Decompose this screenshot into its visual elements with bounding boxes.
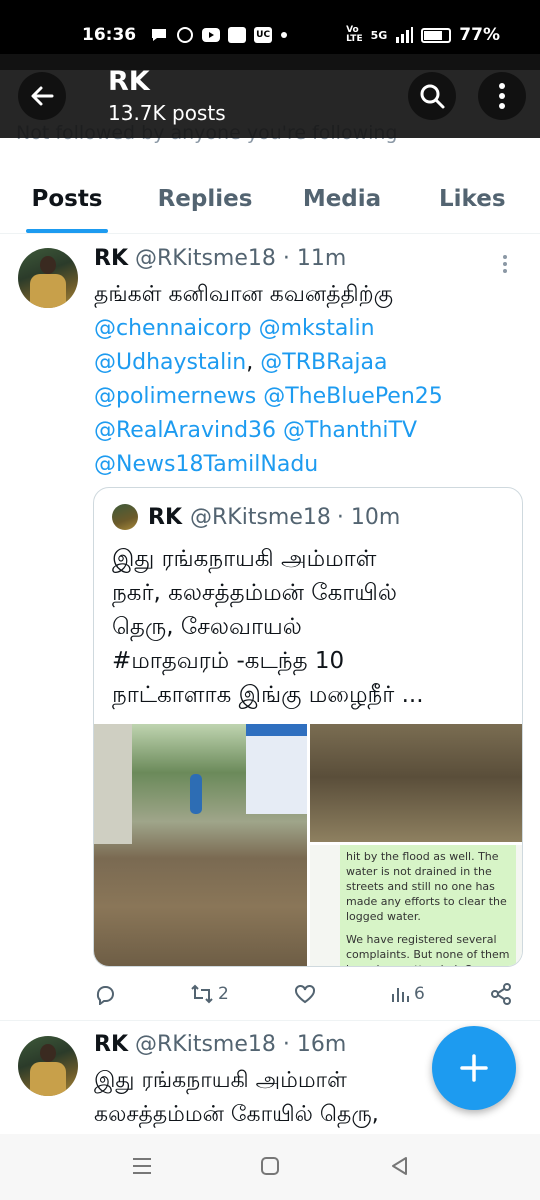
more-vertical-icon — [503, 255, 507, 273]
avatar[interactable] — [18, 1036, 78, 1096]
tab-replies[interactable]: Replies — [157, 168, 253, 233]
battery-icon — [421, 27, 452, 43]
complaint-message: hit by the flood as well. The water is n… — [340, 845, 516, 966]
like-icon — [295, 984, 315, 1004]
retweet-count: 2 — [218, 984, 229, 1004]
complaint-text: hit by the flood as well. The water is n… — [346, 850, 507, 923]
post-count: 13.7K posts — [108, 101, 226, 125]
views-icon — [392, 988, 409, 1002]
status-time: 16:36 — [82, 25, 137, 45]
complaint-text: We have registered several complaints. B… — [346, 933, 510, 966]
tweet-time: · 16m — [282, 1032, 347, 1057]
app-icon — [228, 27, 247, 43]
recent-apps-button[interactable] — [130, 1154, 158, 1182]
mention-link[interactable]: @Udhaystalin — [94, 350, 246, 375]
tweet-divider — [0, 1020, 540, 1021]
mention-link[interactable]: @TRBRajaa — [260, 350, 387, 375]
chat-icon — [152, 29, 167, 41]
search-button[interactable] — [408, 72, 456, 120]
tweet-time: · 11m — [282, 246, 347, 271]
author-handle: @RKitsme18 — [135, 1032, 276, 1057]
signal-icon — [396, 27, 414, 43]
reply-icon — [96, 986, 114, 1005]
flood-water-photo[interactable] — [310, 724, 522, 842]
views-count: 6 — [414, 984, 425, 1004]
more-options-button[interactable] — [478, 72, 526, 120]
network-type: 5G — [370, 28, 388, 42]
compose-button[interactable] — [432, 1026, 516, 1110]
views-button[interactable]: 6 — [390, 984, 425, 1004]
status-system-icons: Vo LTE 5G 77% — [346, 25, 500, 45]
quoted-author-handle: @RKitsme18 — [190, 504, 331, 530]
complaint-screenshot[interactable]: hit by the flood as well. The water is n… — [310, 845, 522, 966]
mention-link[interactable]: @ThanthiTV — [283, 418, 417, 443]
back-triangle-icon — [392, 1157, 407, 1175]
tweet-more-button[interactable] — [502, 254, 508, 274]
dot-icon — [281, 32, 288, 38]
system-nav-bar — [0, 1134, 540, 1200]
tab-media[interactable]: Media — [301, 168, 383, 233]
mention-link[interactable]: @RealAravind36 — [94, 418, 276, 443]
avatar[interactable] — [18, 248, 78, 308]
quoted-text-line: இது ரங்கநாயகி அம்மாள் — [112, 546, 377, 572]
quoted-media-grid: hit by the flood as well. The water is n… — [94, 724, 522, 966]
home-square-icon — [261, 1157, 279, 1175]
whatsapp-icon — [177, 27, 194, 43]
tweet-actions: 2 6 — [94, 978, 524, 1010]
quoted-text-line: நகர், கலசத்தம்மன் கோயில் — [112, 580, 397, 606]
quoted-tweet-text: இது ரங்கநாயகி அம்மாள் நகர், கலசத்தம்மன் … — [112, 542, 512, 712]
uc-browser-icon: UC — [254, 27, 273, 43]
mention-separator: , — [246, 350, 254, 375]
header-title: RK 13.7K posts — [108, 66, 226, 125]
share-button[interactable] — [490, 983, 512, 1005]
flooded-street-photo[interactable] — [94, 724, 307, 966]
back-arrow-icon — [31, 86, 54, 106]
menu-lines-icon — [133, 1158, 151, 1174]
quoted-tweet[interactable]: RK @RKitsme18 · 10m இது ரங்கநாயகி அம்மாள… — [93, 487, 523, 967]
tab-likes[interactable]: Likes — [439, 168, 506, 233]
profile-header: RK 13.7K posts — [0, 54, 540, 138]
author-name[interactable]: RK — [94, 246, 128, 271]
quoted-text-line: தெரு, சேலவாயல் — [112, 614, 302, 640]
quoted-tweet-time: · 10m — [336, 504, 401, 530]
tweet-text: தங்கள் கனிவான கவனத்திற்கு @chennaicorp @… — [94, 278, 524, 482]
youtube-icon — [202, 28, 221, 42]
status-notification-icons: UC — [150, 26, 288, 44]
avatar — [112, 504, 138, 530]
tweet-header: RK @RKitsme18 · 16m — [94, 1032, 346, 1057]
volte-icon: Vo LTE — [346, 25, 363, 44]
search-icon — [420, 84, 445, 109]
battery-level: 77% — [459, 25, 500, 45]
tweet-header: RK @RKitsme18 · 11m — [94, 246, 346, 271]
compose-plus-icon — [460, 1054, 488, 1082]
mention-link[interactable]: @TheBluePen25 — [263, 384, 443, 409]
profile-tabs: Posts Replies Media Likes — [0, 168, 540, 234]
quoted-text-line: #மாதவரம் -கடந்த 10 — [112, 648, 345, 674]
share-icon — [491, 983, 511, 1005]
profile-name: RK — [108, 66, 150, 97]
retweet-button[interactable]: 2 — [190, 983, 229, 1005]
like-button[interactable] — [294, 984, 316, 1004]
back-nav-button[interactable] — [388, 1154, 416, 1182]
back-button[interactable] — [18, 72, 66, 120]
more-vertical-icon — [499, 83, 505, 109]
quoted-tweet-header: RK @RKitsme18 · 10m — [112, 504, 400, 530]
mention-link[interactable]: @mkstalin — [259, 316, 375, 341]
author-handle: @RKitsme18 — [135, 246, 276, 271]
author-name[interactable]: RK — [94, 1032, 128, 1057]
mention-link[interactable]: @chennaicorp — [94, 316, 252, 341]
tweet-text-line: தங்கள் கனிவான கவனத்திற்கு — [94, 282, 393, 307]
mention-link[interactable]: @News18TamilNadu — [94, 452, 318, 477]
tab-posts[interactable]: Posts — [26, 168, 108, 233]
reply-button[interactable] — [94, 983, 116, 1005]
quoted-text-line: நாட்காளாக இங்கு மழைநீர் ... — [112, 682, 424, 708]
home-button[interactable] — [258, 1154, 286, 1182]
quoted-author-name: RK — [148, 504, 182, 530]
mention-link[interactable]: @polimernews — [94, 384, 256, 409]
retweet-icon — [191, 984, 213, 1004]
